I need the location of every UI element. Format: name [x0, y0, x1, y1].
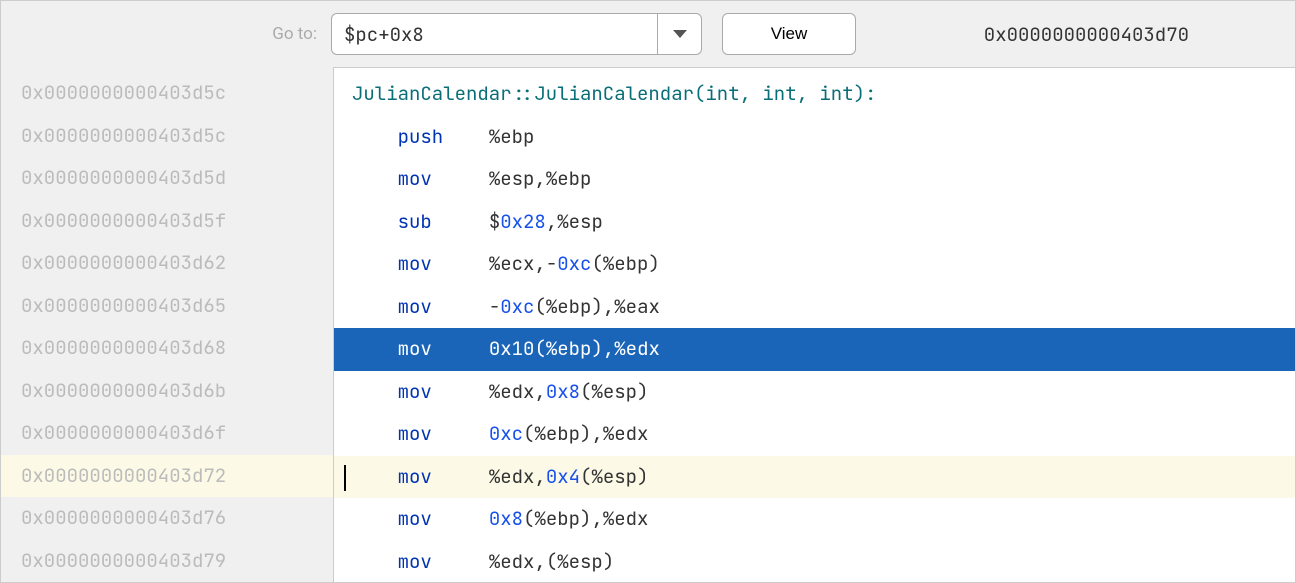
chevron-down-icon [673, 30, 687, 39]
code-row[interactable]: mov 0xc(%ebp),%edx [334, 413, 1295, 456]
goto-input[interactable] [331, 13, 657, 55]
mnemonic: mov [398, 549, 432, 574]
mnemonic: mov [398, 336, 432, 361]
register: %ebp [546, 336, 592, 361]
register: %esp [591, 379, 637, 404]
immediate: 0x28 [500, 209, 546, 234]
code-row[interactable]: JulianCalendar::JulianCalendar(int, int,… [334, 73, 1295, 116]
goto-dropdown-button[interactable] [657, 13, 702, 55]
register: %ebp [489, 124, 535, 149]
operand: ), [591, 336, 614, 361]
address-cell: 0x0000000000403d79 [1, 540, 333, 583]
disassembly-area: 0x0000000000403d5c0x0000000000403d5c0x00… [1, 67, 1295, 582]
operand: $ [489, 209, 500, 234]
address-gutter: 0x0000000000403d5c0x0000000000403d5c0x00… [1, 67, 333, 582]
register: %edx,( [489, 549, 557, 574]
address-cell: 0x0000000000403d65 [1, 285, 333, 328]
address-cell: 0x0000000000403d5c [1, 115, 333, 158]
address-cell: 0x0000000000403d68 [1, 327, 333, 370]
operand: ( [523, 421, 534, 446]
code-row[interactable]: mov %edx,(%esp) [334, 541, 1295, 583]
mnemonic: mov [398, 506, 432, 531]
register: %ebp [546, 294, 592, 319]
operand: , [546, 209, 557, 234]
register: %eax [614, 294, 660, 319]
register: %esp, [489, 166, 546, 191]
operand: ( [591, 251, 602, 276]
pc-display: 0x0000000000403d70 [984, 22, 1189, 47]
immediate: 0xc [500, 294, 534, 319]
code-row[interactable]: mov %edx,0x8(%esp) [334, 371, 1295, 414]
register: %ebp [534, 506, 580, 531]
operand: ( [534, 294, 545, 319]
view-button[interactable]: View [722, 13, 856, 55]
operand: ( [580, 464, 591, 489]
mnemonic: mov [398, 251, 432, 276]
operand: ( [580, 379, 591, 404]
mnemonic: mov [398, 294, 432, 319]
immediate: 0x4 [546, 464, 580, 489]
register: %edx [603, 421, 649, 446]
operand: ( [534, 336, 545, 361]
code-row[interactable]: mov -0xc(%ebp),%eax [334, 286, 1295, 329]
operand: ), [591, 294, 614, 319]
operand: ), [580, 421, 603, 446]
address-cell: 0x0000000000403d6b [1, 370, 333, 413]
immediate: 0x10 [489, 336, 535, 361]
code-row[interactable]: mov %ecx,-0xc(%ebp) [334, 243, 1295, 286]
mnemonic: sub [398, 209, 432, 234]
operand: ), [580, 506, 603, 531]
operand: ( [523, 506, 534, 531]
goto-combo [331, 13, 702, 55]
mnemonic: mov [398, 166, 432, 191]
immediate: 0x8 [546, 379, 580, 404]
mnemonic: mov [398, 464, 432, 489]
code-row[interactable]: sub $0x28,%esp [334, 201, 1295, 244]
register: %edx [603, 506, 649, 531]
address-cell: 0x0000000000403d5f [1, 200, 333, 243]
immediate: 0xc [489, 421, 523, 446]
address-cell: 0x0000000000403d5d [1, 157, 333, 200]
register: %esp [557, 209, 603, 234]
register: %edx, [489, 379, 546, 404]
code-row[interactable]: mov 0x8(%ebp),%edx [334, 498, 1295, 541]
operand: ) [648, 251, 659, 276]
operand: - [489, 294, 500, 319]
address-cell: 0x0000000000403d76 [1, 497, 333, 540]
register: %esp [591, 464, 637, 489]
mnemonic: push [398, 124, 444, 149]
code-row[interactable]: mov %edx,0x4(%esp) [334, 456, 1295, 499]
operand: ) [603, 549, 614, 574]
code-row[interactable]: push %ebp [334, 116, 1295, 159]
register: %ebp [603, 251, 649, 276]
text-caret [344, 465, 346, 491]
immediate: 0xc [557, 251, 591, 276]
register: %edx [614, 336, 660, 361]
function-signature: JulianCalendar::JulianCalendar(int, int,… [352, 81, 876, 106]
address-cell: 0x0000000000403d62 [1, 242, 333, 285]
register: %esp [557, 549, 603, 574]
goto-label: Go to: [17, 24, 317, 44]
register: %ebp [546, 166, 592, 191]
operand: ) [637, 379, 648, 404]
code-row[interactable]: mov 0x10(%ebp),%edx [334, 328, 1295, 371]
code-row[interactable]: mov %esp,%ebp [334, 158, 1295, 201]
address-cell: 0x0000000000403d5c [1, 72, 333, 115]
mnemonic: mov [398, 421, 432, 446]
register: %edx, [489, 464, 546, 489]
address-cell: 0x0000000000403d6f [1, 412, 333, 455]
toolbar: Go to: View 0x0000000000403d70 [1, 1, 1295, 67]
register: %ecx,- [489, 251, 557, 276]
register: %ebp [534, 421, 580, 446]
immediate: 0x8 [489, 506, 523, 531]
operand: ) [637, 464, 648, 489]
mnemonic: mov [398, 379, 432, 404]
address-cell: 0x0000000000403d72 [1, 455, 333, 498]
disassembly-code[interactable]: JulianCalendar::JulianCalendar(int, int,… [333, 67, 1295, 582]
